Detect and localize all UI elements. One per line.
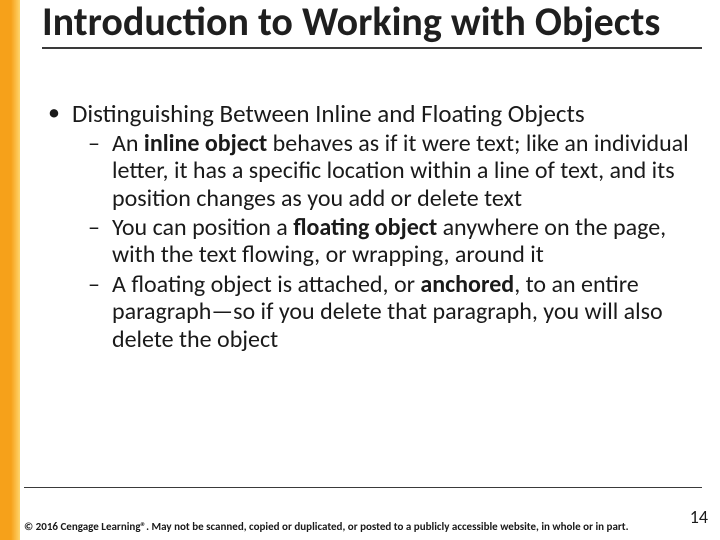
list-item: – An inline object behaves as if it were… (88, 130, 696, 212)
title-underline (42, 47, 702, 49)
copyright-text: © 2016 Cengage Learning®. May not be sca… (24, 520, 660, 534)
text-bold: floating object (293, 213, 442, 242)
footer-rule (24, 487, 702, 488)
dash-icon: – (88, 214, 112, 269)
slide: Introduction to Working with Objects • D… (0, 0, 720, 540)
text-run: An (112, 129, 144, 158)
lvl2-text: A floating object is attached, or anchor… (112, 271, 696, 353)
text-bold: anchored (420, 270, 514, 299)
text-bold: inline object (144, 129, 273, 158)
lvl2-text: You can position a floating object anywh… (112, 214, 696, 269)
list-item: – A floating object is attached, or anch… (88, 271, 696, 353)
text-run: A floating object is attached, or (112, 270, 420, 299)
accent-stripe (0, 0, 20, 540)
lvl1-text: Distinguishing Between Inline and Floati… (72, 100, 585, 128)
title-block: Introduction to Working with Objects (42, 2, 702, 57)
sub-list: – An inline object behaves as if it were… (88, 130, 696, 353)
list-item: • Distinguishing Between Inline and Floa… (48, 100, 696, 128)
list-item: – You can position a floating object any… (88, 214, 696, 269)
page-number: 14 (690, 506, 708, 528)
dash-icon: – (88, 271, 112, 353)
slide-title: Introduction to Working with Objects (42, 2, 702, 43)
text-run: You can position a (112, 213, 293, 242)
bullet-icon: • (48, 100, 72, 128)
dash-icon: – (88, 130, 112, 212)
body-content: • Distinguishing Between Inline and Floa… (48, 100, 696, 353)
lvl2-text: An inline object behaves as if it were t… (112, 130, 696, 212)
